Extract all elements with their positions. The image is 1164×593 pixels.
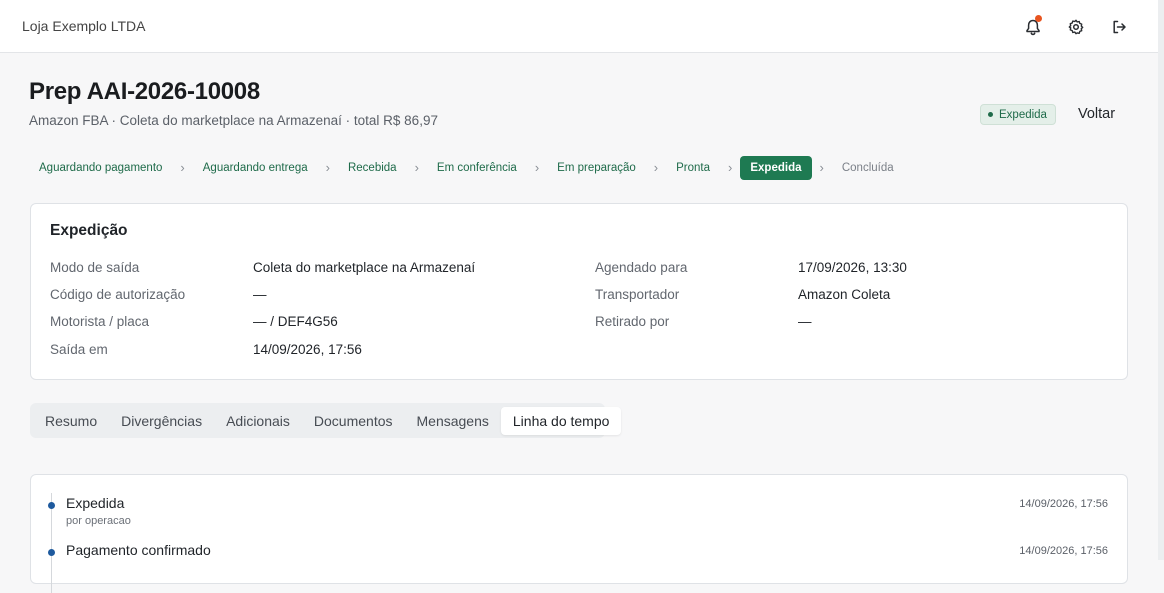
- field-label: Modo de saída: [50, 260, 140, 275]
- gear-icon[interactable]: [1065, 16, 1087, 38]
- chevron-right-icon: ›: [180, 160, 185, 175]
- tab-divergencias[interactable]: Divergências: [109, 407, 214, 435]
- step-aguardando-pagamento[interactable]: Aguardando pagamento: [29, 156, 172, 180]
- chevron-right-icon: ›: [653, 160, 659, 175]
- chevron-right-icon: ›: [414, 160, 419, 175]
- page-title: Prep AAI-2026-10008: [29, 78, 260, 105]
- store-name: Loja Exemplo LTDA: [22, 18, 146, 34]
- field-value: Amazon Coleta: [798, 287, 891, 302]
- top-bar: Loja Exemplo LTDA: [0, 0, 1164, 53]
- field-label: Motorista / placa: [50, 314, 150, 329]
- status-badge: Expedida: [980, 104, 1056, 125]
- field-label: Saída em: [50, 342, 108, 357]
- field-label: Código de autorização: [50, 287, 186, 302]
- timeline-event-author: por operacao: [66, 515, 131, 527]
- field-value: 17/09/2026, 13:30: [798, 260, 907, 275]
- tab-adicionais[interactable]: Adicionais: [214, 407, 302, 435]
- timeline-card: Expedida por operacao 14/09/2026, 17:56 …: [30, 474, 1128, 593]
- scrollbar-track[interactable]: [1158, 0, 1164, 560]
- timeline-event-title: Pagamento confirmado: [66, 542, 211, 558]
- chevron-right-icon: ›: [819, 160, 824, 175]
- tab-linha-do-tempo[interactable]: Linha do tempo: [500, 406, 622, 435]
- field-label: Transportador: [595, 287, 680, 302]
- field-value: —: [798, 314, 812, 329]
- field-value: Coleta do marketplace na Armazenaí: [253, 260, 476, 275]
- page-subtitle: Amazon FBA · Coleta do marketplace na Ar…: [29, 113, 438, 128]
- bell-icon[interactable]: [1022, 15, 1044, 38]
- field-label: Retirado por: [595, 314, 670, 329]
- back-button[interactable]: Voltar: [1078, 106, 1115, 122]
- status-badge-label: Expedida: [999, 108, 1047, 121]
- step-em-preparacao[interactable]: Em preparação: [547, 156, 646, 180]
- field-value: 14/09/2026, 17:56: [253, 342, 362, 357]
- chevron-right-icon: ›: [728, 160, 733, 175]
- logout-icon[interactable]: [1108, 16, 1130, 38]
- tab-documentos[interactable]: Documentos: [302, 407, 405, 435]
- step-pronta[interactable]: Pronta: [666, 156, 720, 180]
- status-dot-icon: [988, 112, 993, 117]
- status-stepper: Aguardando pagamento › Aguardando entreg…: [29, 155, 904, 180]
- timeline-dot-icon: [48, 502, 55, 509]
- step-aguardando-entrega[interactable]: Aguardando entrega: [193, 156, 318, 180]
- timeline-dot-icon: [48, 549, 55, 556]
- timeline-event-title: Expedida: [66, 495, 125, 511]
- tab-mensagens[interactable]: Mensagens: [405, 407, 501, 435]
- step-recebida[interactable]: Recebida: [338, 156, 407, 180]
- detail-tabs: Resumo Divergências Adicionais Documento…: [30, 403, 622, 438]
- tab-resumo[interactable]: Resumo: [33, 407, 109, 435]
- chevron-right-icon: ›: [534, 160, 540, 175]
- timeline-event-time: 14/09/2026, 17:56: [1019, 545, 1108, 557]
- step-expedida[interactable]: Expedida: [740, 155, 812, 180]
- field-value: —: [253, 287, 267, 302]
- field-value: — / DEF4G56: [253, 314, 338, 329]
- notification-dot: [1035, 15, 1042, 22]
- timeline-event-time: 14/09/2026, 17:56: [1019, 498, 1108, 510]
- step-concluida[interactable]: Concluída: [832, 156, 904, 180]
- step-em-conferencia[interactable]: Em conferência: [427, 156, 527, 180]
- shipping-card: Expedição Modo de saída Coleta do market…: [30, 203, 1128, 380]
- field-label: Agendado para: [595, 260, 688, 275]
- chevron-right-icon: ›: [325, 160, 330, 175]
- shipping-title: Expedição: [50, 222, 128, 239]
